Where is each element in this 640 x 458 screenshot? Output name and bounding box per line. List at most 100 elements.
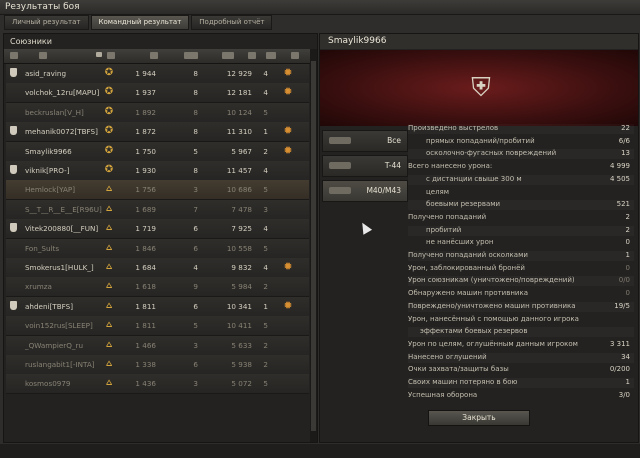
- table-row[interactable]: ruslangabit1[-INTA] ⩟ 1 338 6 5 938 2: [6, 355, 309, 375]
- stat-row: боевыми резервами 521: [408, 200, 634, 210]
- table-row[interactable]: xrumza ⩟ 1 618 9 5 984 2: [6, 277, 309, 298]
- tier-value: 3: [193, 340, 198, 350]
- table-row[interactable]: voin152rus[SLEEP] ⩟ 1 811 5 10 411 5: [6, 316, 309, 337]
- table-row[interactable]: ahdeni[TBFS] ⩟ 1 811 6 10 341 1 ✹: [6, 296, 309, 317]
- rating-value: 1 750: [135, 146, 156, 156]
- damage-value: 9 832: [231, 263, 252, 272]
- tank-icon: [329, 137, 351, 144]
- kills-icon[interactable]: [248, 52, 256, 59]
- rating-value: 1 811: [135, 321, 156, 331]
- medal-icon[interactable]: [107, 52, 115, 59]
- rating-value: 1 684: [135, 263, 156, 272]
- window-title: Результаты боя: [5, 2, 80, 12]
- tank-icon: [329, 187, 351, 194]
- stat-row: Урон, нанесённый с помощью данного игрок…: [408, 315, 634, 325]
- table-row[interactable]: Smokerus1[HULK_] ⩟ 1 684 4 9 832 4 ✹: [6, 258, 309, 278]
- rating-value: 1 811: [135, 301, 156, 311]
- sort-chevron-icon[interactable]: [96, 52, 102, 57]
- tier-value: 4: [193, 263, 198, 272]
- player-name: voin152rus[SLEEP]: [25, 321, 93, 331]
- clan-badge-icon: ✪: [104, 86, 114, 98]
- table-row[interactable]: kosmos0979 ⩟ 1 436 3 5 072 5: [6, 374, 309, 395]
- bottom-bar: [0, 444, 640, 458]
- damage-value: 12 181: [226, 88, 252, 98]
- kills-value: 2: [263, 360, 268, 369]
- table-row[interactable]: Fon_Sults ⩟ 1 846 6 10 558 5: [6, 238, 309, 259]
- tab-team-result[interactable]: Командный результат: [90, 15, 190, 30]
- tier-value: 8: [193, 127, 198, 137]
- stat-value: 34: [621, 352, 630, 361]
- stat-row: Успешная оборона 3/0: [408, 391, 634, 401]
- player-name: kosmos0979: [25, 379, 71, 389]
- close-button[interactable]: Закрыть: [428, 410, 530, 426]
- damage-value: 10 124: [226, 107, 252, 117]
- kills-value: 4: [263, 88, 268, 98]
- damage-value: 5 984: [231, 282, 252, 292]
- allies-scrollbar[interactable]: [310, 49, 317, 442]
- rank-chevron-icon: ⩟: [105, 280, 113, 292]
- tier-value: 8: [193, 107, 198, 117]
- table-row[interactable]: Hemlock[YAP] ⩟ 1 756 3 10 686 5: [6, 180, 309, 201]
- vehicle-all[interactable]: Все: [322, 130, 408, 152]
- stat-value: 521: [616, 200, 630, 209]
- player-detail-panel: Smaylik9966 ⛨ Все T-44 M40/M43 Произведе…: [319, 33, 639, 443]
- stat-label: Произведено выстрелов: [408, 124, 499, 132]
- stat-value: 3/0: [618, 390, 630, 399]
- damage-icon[interactable]: [222, 52, 234, 59]
- damage-value: 5 967: [231, 146, 252, 156]
- kills-value: 1: [263, 127, 268, 137]
- tier-value: 7: [193, 204, 198, 214]
- player-name: Smaylik9966: [328, 36, 387, 46]
- rank-emblem-icon: ⛨: [471, 73, 491, 103]
- table-row[interactable]: mehanik0072[TBFS] ✪ 1 872 8 11 310 1 ✹: [6, 122, 309, 143]
- tab-detailed-report[interactable]: Подробный отчёт: [191, 15, 273, 30]
- table-row[interactable]: _QWampierQ_ru ⩟ 1 466 3 5 633 2: [6, 335, 309, 356]
- tier-value: 6: [193, 360, 198, 369]
- table-row[interactable]: beckruslan[V_H] ✪ 1 892 8 10 124 5: [6, 102, 309, 123]
- rank-chevron-icon: ⩟: [105, 241, 113, 253]
- vehicle-t44[interactable]: T-44: [322, 155, 408, 177]
- award-medal-icon: ✹: [283, 66, 293, 79]
- stat-label: Очки захвата/защиты базы: [408, 365, 509, 374]
- rating-value: 1 872: [135, 127, 156, 137]
- scroll-thumb[interactable]: [311, 61, 316, 431]
- player-name: Smokerus1[HULK_]: [25, 263, 94, 272]
- rank-chevron-icon: ⩟: [105, 183, 113, 195]
- kills-value: 4: [263, 69, 268, 78]
- tab-personal-result[interactable]: Личный результат: [4, 15, 89, 30]
- platoon-icon: [10, 223, 17, 233]
- vehicle-m40m43[interactable]: M40/M43: [322, 180, 408, 202]
- rank-chevron-icon: ⩟: [105, 202, 113, 214]
- stat-label: Успешная оборона: [408, 390, 478, 399]
- platoon-icon: [10, 68, 17, 77]
- damage-value: 7 478: [231, 204, 252, 214]
- tier-value: 9: [193, 282, 198, 292]
- stat-row: Произведено выстрелов 22: [408, 124, 634, 134]
- table-row[interactable]: Vitek200880[__FUN] ⩟ 1 719 6 7 925 4: [6, 219, 309, 240]
- mark-icon[interactable]: [10, 52, 18, 59]
- stat-row: Очки захвата/защиты базы 0/200: [408, 365, 634, 375]
- player-name: S__T__R__E__E[R96U]: [25, 204, 102, 214]
- tank-icon[interactable]: [184, 52, 198, 59]
- rating-value: 1 689: [135, 204, 156, 214]
- table-row[interactable]: viknik[PRO-] ✪ 1 930 8 11 457 4: [6, 161, 309, 181]
- table-row[interactable]: Smaylik9966 ✪ 1 750 5 5 967 2 ✹: [6, 141, 309, 162]
- rank-chevron-icon: ⩟: [105, 261, 113, 272]
- award-icon[interactable]: [291, 52, 299, 59]
- table-row[interactable]: volchok_12ru[MAPU] ✪ 1 937 8 12 181 4 ✹: [6, 83, 309, 104]
- tier-value: 5: [193, 321, 198, 331]
- rank-chevron-icon: ⩟: [105, 319, 113, 331]
- star-icon[interactable]: [150, 52, 158, 59]
- award-medal-icon: ✹: [283, 124, 293, 138]
- allies-panel: Союзники asid_raving ✪ 1 944 8 12 929 4 ✹ volch…: [3, 33, 318, 443]
- player-icon[interactable]: [39, 52, 47, 59]
- table-row[interactable]: asid_raving ✪ 1 944 8 12 929 4 ✹: [6, 64, 309, 84]
- table-row[interactable]: S__T__R__E__E[R96U] ⩟ 1 689 7 7 478 3: [6, 199, 309, 220]
- stat-value: 0/200: [609, 365, 630, 374]
- rating-value: 1 756: [135, 185, 156, 195]
- hits-icon[interactable]: [266, 52, 276, 59]
- damage-value: 10 686: [226, 185, 252, 195]
- kills-value: 1: [263, 301, 268, 311]
- stat-label: Урон, заблокированный бронёй: [408, 263, 525, 272]
- stat-value: 0: [625, 238, 630, 247]
